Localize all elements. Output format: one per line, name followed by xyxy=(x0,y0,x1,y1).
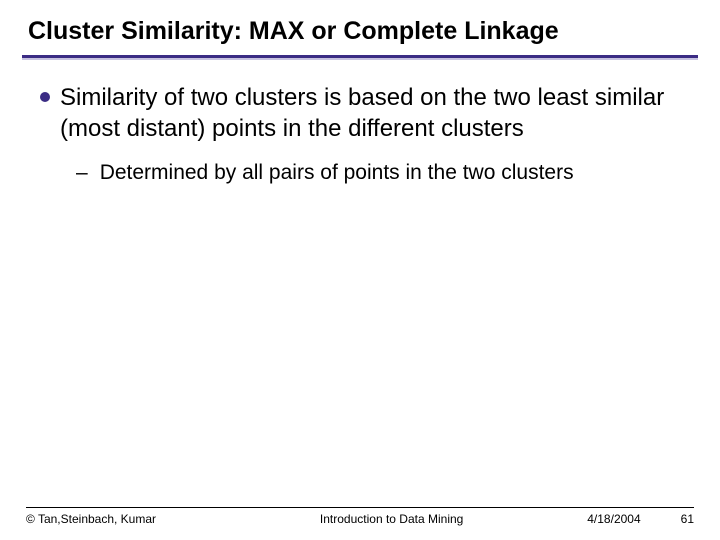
slide: Cluster Similarity: MAX or Complete Link… xyxy=(0,0,720,540)
footer-divider xyxy=(26,507,694,508)
bullet-text: Similarity of two clusters is based on t… xyxy=(60,82,680,144)
footer-page-number: 61 xyxy=(681,512,694,526)
bullet-item: Similarity of two clusters is based on t… xyxy=(40,82,680,144)
footer-copyright: © Tan,Steinbach, Kumar xyxy=(26,512,156,526)
dash-icon: – xyxy=(76,159,88,186)
footer: © Tan,Steinbach, Kumar Introduction to D… xyxy=(0,507,720,526)
sub-bullet-text: Determined by all pairs of points in the… xyxy=(100,159,574,186)
footer-date: 4/18/2004 xyxy=(587,512,640,526)
slide-title: Cluster Similarity: MAX or Complete Link… xyxy=(28,16,692,47)
content-area: Similarity of two clusters is based on t… xyxy=(0,60,720,186)
bullet-dot-icon xyxy=(40,92,50,102)
title-underline xyxy=(0,47,720,60)
title-block: Cluster Similarity: MAX or Complete Link… xyxy=(0,0,720,47)
footer-center: Introduction to Data Mining xyxy=(156,512,587,526)
sub-bullet-item: – Determined by all pairs of points in t… xyxy=(40,159,680,186)
footer-row: © Tan,Steinbach, Kumar Introduction to D… xyxy=(26,512,694,526)
